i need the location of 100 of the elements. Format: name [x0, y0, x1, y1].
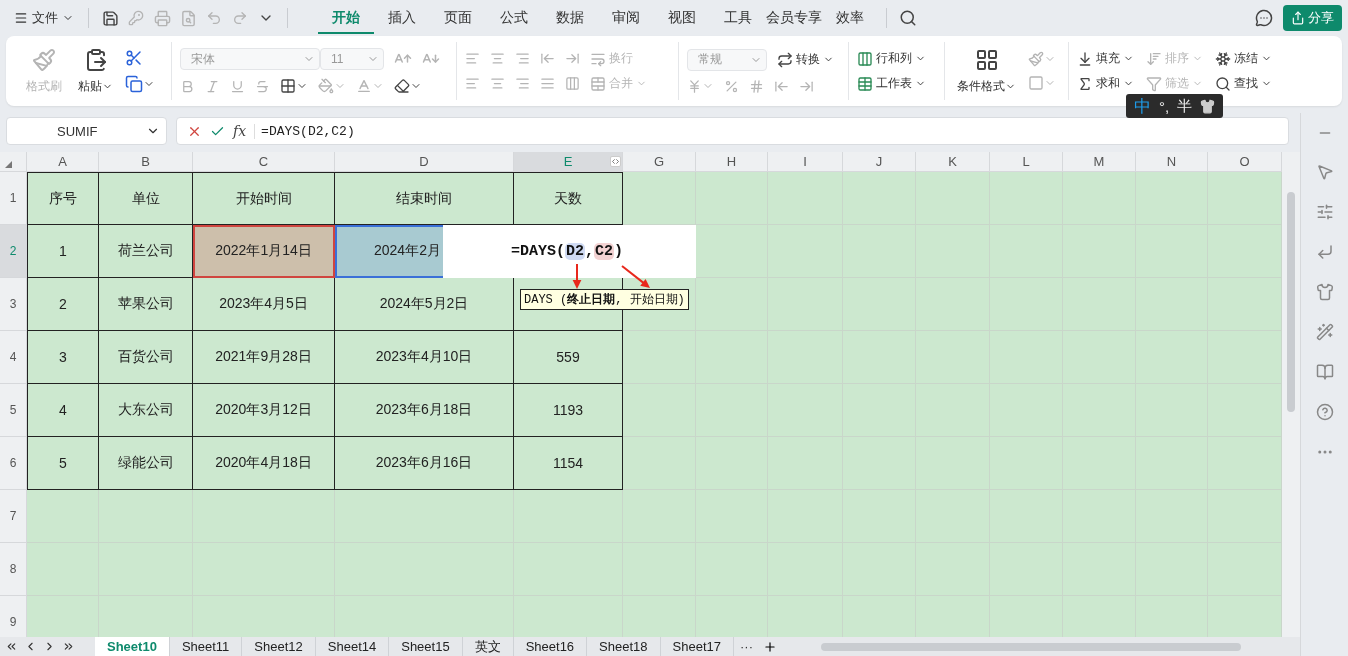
align-center-icon [490, 76, 505, 91]
file-menu[interactable]: 文件 [8, 5, 80, 31]
sliders-icon[interactable] [1315, 203, 1334, 221]
table-cell [1136, 172, 1208, 225]
row-header[interactable]: 8 [0, 543, 27, 596]
ribbon-tab[interactable]: 页面 [430, 2, 486, 34]
ribbon-tab[interactable]: 开始 [318, 2, 374, 34]
table-cell: 绿能公司 [99, 437, 193, 490]
search-icon[interactable] [899, 9, 917, 27]
sheet-tab[interactable]: Sheet18 [587, 637, 661, 656]
row-header[interactable]: 1 [0, 172, 27, 225]
insert-function-button[interactable]: fx [233, 123, 247, 139]
sheet-tab[interactable]: Sheet14 [315, 637, 390, 656]
shirt-icon[interactable] [1200, 98, 1216, 114]
ribbon-tab[interactable]: 审阅 [598, 2, 654, 34]
column-header[interactable]: O [1208, 152, 1282, 172]
column-header[interactable]: N [1136, 152, 1208, 172]
ribbon-tab[interactable]: 数据 [542, 2, 598, 34]
formula-text: =DAYS(D2,C2) [254, 123, 355, 139]
sum-button[interactable]: 求和 [1077, 75, 1134, 92]
first-sheet-icon[interactable] [5, 640, 18, 653]
last-sheet-icon[interactable] [62, 640, 75, 653]
share-button[interactable]: 分享 [1283, 5, 1342, 31]
column-header[interactable]: I [768, 152, 843, 172]
row-header[interactable]: 3 [0, 278, 27, 331]
fill-button[interactable]: 填充 [1077, 50, 1134, 67]
column-header[interactable]: A [27, 152, 99, 172]
name-box[interactable]: SUMIF [6, 117, 167, 145]
sheet-tab[interactable]: Sheet11 [169, 637, 243, 656]
vertical-scrollbar[interactable] [1282, 152, 1300, 637]
column-header[interactable]: J [843, 152, 916, 172]
menu-icon [14, 11, 28, 25]
chat-icon[interactable] [1255, 9, 1273, 27]
help-icon[interactable] [1315, 403, 1334, 421]
row-header[interactable]: 7 [0, 490, 27, 543]
row-header[interactable]: 4 [0, 331, 27, 384]
ribbon-tab[interactable]: 公式 [486, 2, 542, 34]
sheet-tab[interactable]: Sheet12 [242, 637, 316, 656]
table-cell: 1 [27, 225, 99, 278]
column-header[interactable]: D [335, 152, 514, 172]
wand-icon[interactable] [1315, 323, 1334, 341]
share-icon [1291, 11, 1305, 25]
scissors-icon[interactable] [125, 49, 143, 67]
sheet-tab[interactable]: Sheet17 [660, 637, 734, 656]
ime-punctuation[interactable]: °, [1159, 97, 1170, 115]
row-header[interactable]: 6 [0, 437, 27, 490]
ribbon-tab[interactable]: 效率 [822, 2, 878, 34]
paste-button[interactable]: 粘贴 [74, 47, 117, 95]
ribbon-tab[interactable]: 插入 [374, 2, 430, 34]
find-button[interactable]: 查找 [1215, 75, 1272, 92]
copy-icon[interactable] [125, 75, 143, 93]
rows-and-columns-button[interactable]: 行和列 [857, 50, 926, 67]
key-icon [128, 10, 144, 26]
freeze-button[interactable]: 冻结 [1215, 50, 1272, 67]
ime-mode[interactable]: 中 [1134, 94, 1151, 118]
add-sheet-icon[interactable] [762, 639, 777, 654]
row-header[interactable]: 9 [0, 596, 27, 637]
ribbon-tab[interactable]: 工具 [710, 2, 766, 34]
column-header[interactable]: B [99, 152, 193, 172]
table-cell: 百货公司 [99, 331, 193, 384]
book-icon[interactable] [1315, 363, 1334, 381]
fill-icon [1077, 50, 1093, 67]
paintbrush-icon [32, 47, 56, 72]
cell-editor[interactable]: =DAYS(D2,C2) [443, 225, 696, 278]
underline-icon [230, 78, 245, 94]
convert-button[interactable]: 转换 [777, 51, 834, 68]
conditional-format-button[interactable]: 条件格式 [953, 47, 1020, 95]
ribbon-tab[interactable]: 会员专享 [766, 2, 822, 34]
save-icon[interactable] [101, 9, 119, 27]
more-tabs-button[interactable]: ··· [733, 637, 759, 656]
column-header[interactable]: L [990, 152, 1063, 172]
column-header[interactable]: H [696, 152, 768, 172]
pointer-icon[interactable] [1315, 163, 1334, 181]
ime-width[interactable]: 半 [1177, 96, 1193, 116]
corner-arrow-icon[interactable] [1315, 243, 1334, 261]
table-cell: 2 [27, 278, 99, 331]
sheet-tab[interactable]: Sheet15 [389, 637, 463, 656]
distribute-icon [565, 76, 580, 91]
sheet-tab[interactable]: Sheet16 [513, 637, 588, 656]
sheet-tab[interactable]: Sheet10 [95, 637, 170, 656]
strikethrough-icon [255, 78, 270, 94]
sheet-tab[interactable]: 英文 [462, 637, 514, 656]
select-all-icon[interactable] [5, 161, 12, 168]
formula-argument: C2 [594, 243, 615, 260]
indent-increase-icon [565, 51, 580, 66]
align-middle-icon [490, 51, 505, 66]
column-header[interactable]: C [193, 152, 335, 172]
formula-field[interactable]: fx =DAYS(D2,C2) [176, 117, 1289, 145]
table-cell: 2020年3月12日 [193, 384, 335, 437]
column-header[interactable]: K [916, 152, 990, 172]
hidden-column-icon[interactable] [611, 157, 620, 166]
column-header[interactable]: M [1063, 152, 1136, 172]
row-header[interactable]: 5 [0, 384, 27, 437]
column-header[interactable]: G [623, 152, 696, 172]
printer-icon [153, 9, 171, 27]
worksheet-button[interactable]: 工作表 [857, 75, 926, 92]
funnel-icon [1146, 75, 1162, 92]
function-tooltip: DAYS (终止日期, 开始日期) [520, 289, 689, 310]
ribbon-tab[interactable]: 视图 [654, 2, 710, 34]
font-color-icon [356, 78, 372, 94]
